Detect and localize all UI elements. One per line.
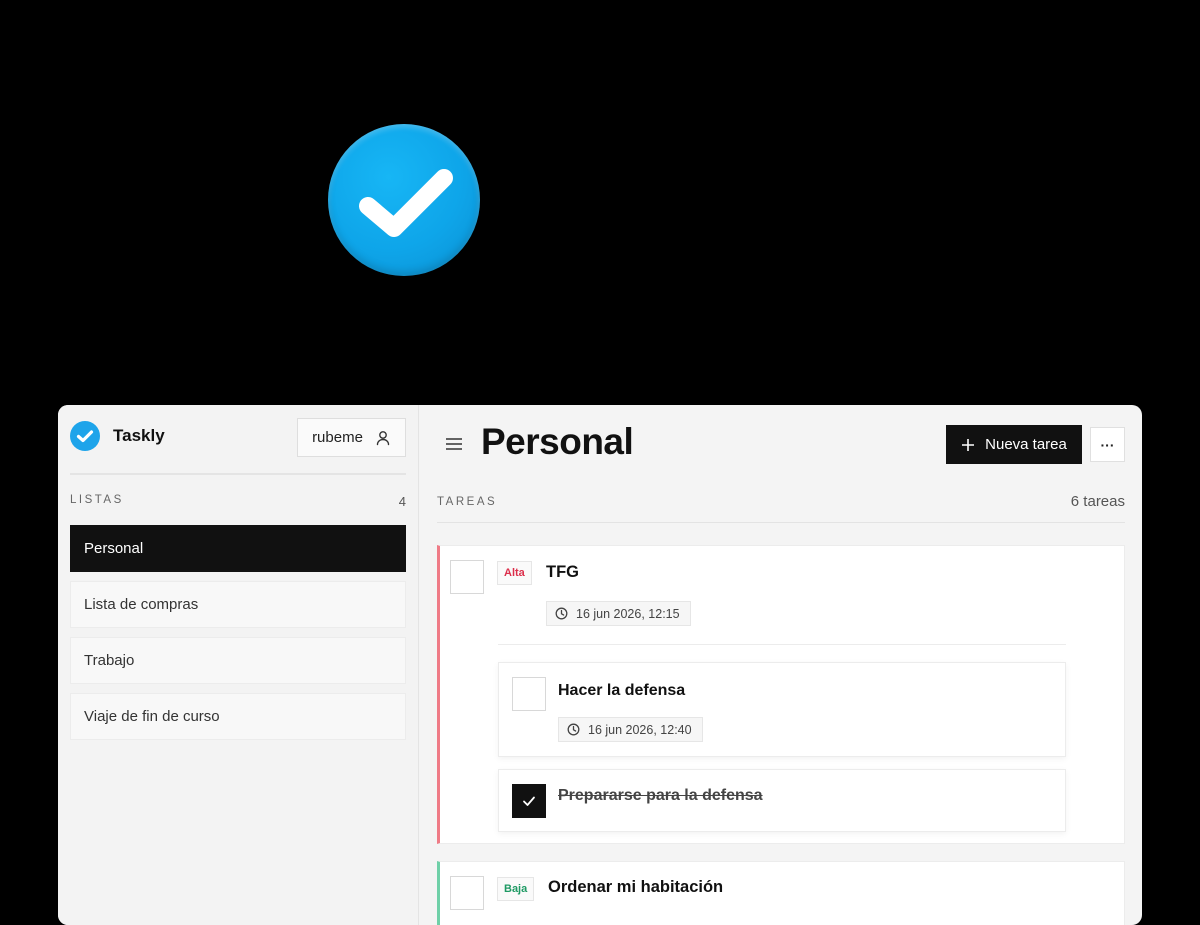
plus-icon (962, 438, 975, 451)
lists-header: LISTAS 4 (70, 494, 406, 509)
user-button[interactable]: rubeme (297, 418, 406, 457)
task-card: Alta TFG 16 jun 2026, 12:15 Hacer la def… (437, 545, 1125, 844)
clock-icon (567, 723, 580, 736)
taskly-logo-icon (70, 421, 100, 451)
tasks-count: 6 tareas (1070, 493, 1125, 510)
subtask-title[interactable]: Prepararse para la defensa (558, 787, 763, 805)
subtask-card: Hacer la defensa 16 jun 2026, 12:40 (498, 662, 1066, 757)
due-date-text: 16 jun 2026, 12:15 (576, 606, 680, 621)
tasks-label: TAREAS (437, 495, 498, 508)
priority-badge: Alta (497, 561, 532, 585)
sidebar-item-label: Viaje de fin de curso (84, 708, 220, 725)
new-task-label: Nueva tarea (985, 436, 1067, 453)
brand: Taskly (70, 421, 165, 451)
menu-icon[interactable] (445, 436, 463, 457)
check-icon (523, 796, 535, 806)
lists-label: LISTAS (70, 494, 124, 506)
subtasks-divider (498, 644, 1066, 645)
task-title[interactable]: Ordenar mi habitación (548, 878, 723, 897)
tasks-divider (437, 522, 1125, 523)
lists-count: 4 (398, 494, 406, 509)
due-date-text: 16 jun 2026, 12:40 (588, 722, 692, 737)
subtask-checkbox[interactable] (512, 677, 546, 711)
list-nav: Personal Lista de compras Trabajo Viaje … (70, 525, 406, 749)
priority-badge: Baja (497, 877, 535, 901)
page-title: Personal (481, 421, 634, 462)
sidebar-item-trabajo[interactable]: Trabajo (70, 637, 406, 684)
sidebar-item-label: Lista de compras (84, 596, 199, 613)
sidebar-item-label: Personal (84, 540, 144, 557)
main-content: Personal Nueva tarea ··· TAREAS 6 tareas… (419, 405, 1142, 925)
more-icon: ··· (1100, 436, 1115, 453)
new-task-button[interactable]: Nueva tarea (946, 425, 1082, 464)
username: rubeme (312, 429, 363, 446)
task-title[interactable]: TFG (546, 563, 579, 582)
checkmark-icon (359, 169, 453, 237)
subtask-checkbox[interactable] (512, 784, 546, 818)
subtask-card: Prepararse para la defensa (498, 769, 1066, 832)
sidebar: Taskly rubeme LISTAS 4 Personal Lista de… (58, 405, 419, 925)
task-card: Baja Ordenar mi habitación (437, 861, 1125, 925)
clock-icon (555, 607, 568, 620)
sidebar-item-personal[interactable]: Personal (70, 525, 406, 572)
subtask-title[interactable]: Hacer la defensa (558, 682, 685, 700)
task-checkbox[interactable] (450, 560, 484, 594)
app-window: Taskly rubeme LISTAS 4 Personal Lista de… (58, 405, 1142, 925)
task-due-date: 16 jun 2026, 12:15 (546, 601, 691, 626)
user-icon (376, 430, 390, 445)
sidebar-item-label: Trabajo (84, 652, 135, 669)
app-name: Taskly (113, 426, 165, 445)
more-options-button[interactable]: ··· (1090, 427, 1125, 462)
taskly-hero-logo (328, 124, 480, 276)
task-checkbox[interactable] (450, 876, 484, 910)
sidebar-item-viaje-de-fin-de-curso[interactable]: Viaje de fin de curso (70, 693, 406, 740)
tasks-header: TAREAS 6 tareas (437, 493, 1125, 510)
sidebar-item-lista-de-compras[interactable]: Lista de compras (70, 581, 406, 628)
sidebar-divider (70, 473, 406, 475)
subtask-due-date: 16 jun 2026, 12:40 (558, 717, 703, 742)
